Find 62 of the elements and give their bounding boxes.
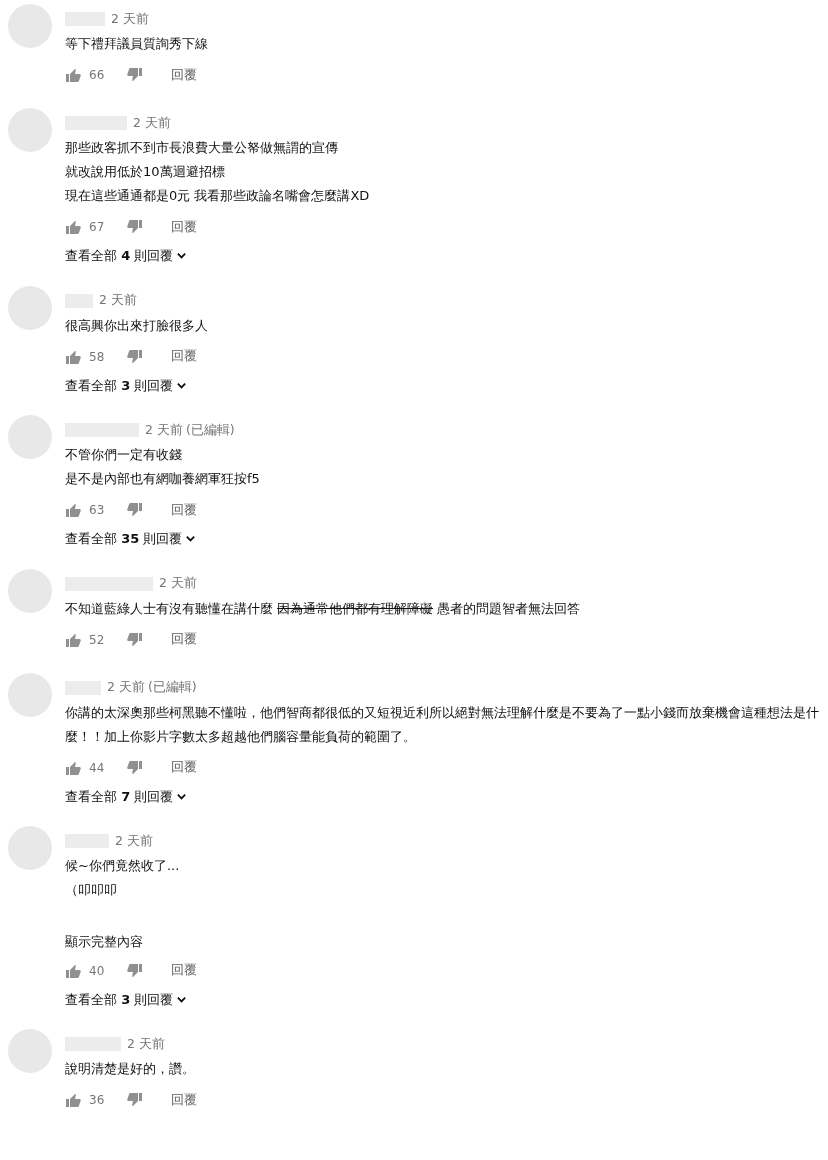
comment-time: 2 天前 — [127, 1034, 165, 1053]
comment-time: 2 天前 — [145, 420, 183, 439]
like-count: 40 — [89, 962, 106, 980]
reply-button[interactable]: 回覆 — [171, 630, 197, 649]
thumbs-up-icon[interactable] — [65, 67, 81, 83]
thumbs-down-icon[interactable] — [127, 502, 143, 518]
view-replies-button[interactable]: 查看全部 7 則回覆 — [65, 786, 188, 806]
thumbs-up-icon[interactable] — [65, 219, 81, 235]
like-count: 58 — [89, 348, 106, 366]
comment-text: 就改說用低於10萬迴避招標 — [65, 163, 226, 181]
view-replies-button[interactable]: 查看全部 35 則回覆 — [65, 529, 197, 549]
like-count: 44 — [89, 759, 106, 777]
thumbs-down-icon[interactable] — [127, 962, 143, 979]
view-replies-button[interactable]: 查看全部 3 則回覆 — [65, 989, 188, 1009]
comment-time: 2 天前 — [99, 291, 137, 310]
comment-text: 不管你們一定有收錢 — [65, 446, 183, 464]
like-count: 52 — [89, 631, 106, 649]
thumbs-up-icon[interactable] — [65, 1092, 81, 1108]
edited-label: (已編輯) — [147, 678, 197, 697]
comment-text: 不知道藍綠人士有沒有聽懂在講什麼 因為通常他們都有理解障礙 愚者的問題智者無法回答 — [65, 599, 582, 618]
thumbs-up-icon[interactable] — [65, 502, 81, 518]
comment-text: （叩叩叩 — [65, 881, 118, 899]
thumbs-down-icon[interactable] — [127, 219, 143, 235]
thumbs-up-icon[interactable] — [65, 759, 81, 776]
like-count: 63 — [89, 502, 106, 519]
comment-text: 很高興你出來打臉很多人 — [65, 316, 209, 335]
comment-text: 是不是內部也有網咖養網軍狂按f5 — [65, 470, 261, 488]
show-more-link[interactable]: 顯示完整內容 — [65, 932, 143, 952]
chevron-down-icon — [185, 533, 197, 545]
comment-text: 那些政客抓不到市長浪費大量公帑做無謂的宣傳 — [65, 139, 339, 157]
reply-button[interactable]: 回覆 — [171, 961, 197, 980]
thumbs-down-icon[interactable] — [127, 631, 143, 648]
thumbs-up-icon[interactable] — [65, 962, 81, 979]
chevron-down-icon — [176, 250, 188, 262]
like-count: 67 — [89, 219, 106, 236]
like-count: 36 — [89, 1092, 106, 1109]
comment-time: 2 天前 — [107, 678, 145, 697]
comment-text: 等下禮拜議員質詢秀下線 — [65, 35, 209, 53]
comment-text: 現在這些通通都是0元 我看那些政論名嘴會怎麼講XD — [65, 187, 371, 205]
thumbs-down-icon[interactable] — [127, 348, 143, 365]
thumbs-down-icon[interactable] — [127, 1092, 143, 1108]
thumbs-up-icon[interactable] — [65, 348, 81, 365]
edited-label: (已編輯) — [185, 420, 235, 439]
reply-button[interactable]: 回覆 — [171, 65, 197, 85]
reply-button[interactable]: 回覆 — [171, 217, 197, 237]
comment-time: 2 天前 — [115, 831, 153, 850]
reply-button[interactable]: 回覆 — [171, 758, 197, 777]
comment-time: 2 天前 — [133, 113, 171, 132]
comment-time: 2 天前 — [159, 574, 197, 593]
comment-text: 說明清楚是好的，讚。 — [65, 1060, 196, 1078]
thumbs-up-icon[interactable] — [65, 631, 81, 648]
view-replies-button[interactable]: 查看全部 3 則回覆 — [65, 375, 188, 395]
thumbs-down-icon[interactable] — [127, 67, 143, 83]
reply-button[interactable]: 回覆 — [171, 347, 197, 366]
view-replies-button[interactable]: 查看全部 4 則回覆 — [65, 246, 188, 266]
comment-time: 2 天前 — [111, 9, 149, 28]
like-count: 66 — [89, 67, 106, 84]
thumbs-down-icon[interactable] — [127, 759, 143, 776]
reply-button[interactable]: 回覆 — [171, 500, 197, 520]
comment-text: 候~你們竟然收了... — [65, 857, 181, 875]
comment-text: 你講的太深奧那些柯黑聽不懂啦，他們智商都很低的又短視近利所以絕對無法理解什麼是不要為了一點小錢而放棄機會這種想法是什麼！！加上你影片字數太多超越他們腦容量能負荷的範圍了。 — [65, 703, 820, 746]
reply-button[interactable]: 回覆 — [171, 1090, 197, 1110]
